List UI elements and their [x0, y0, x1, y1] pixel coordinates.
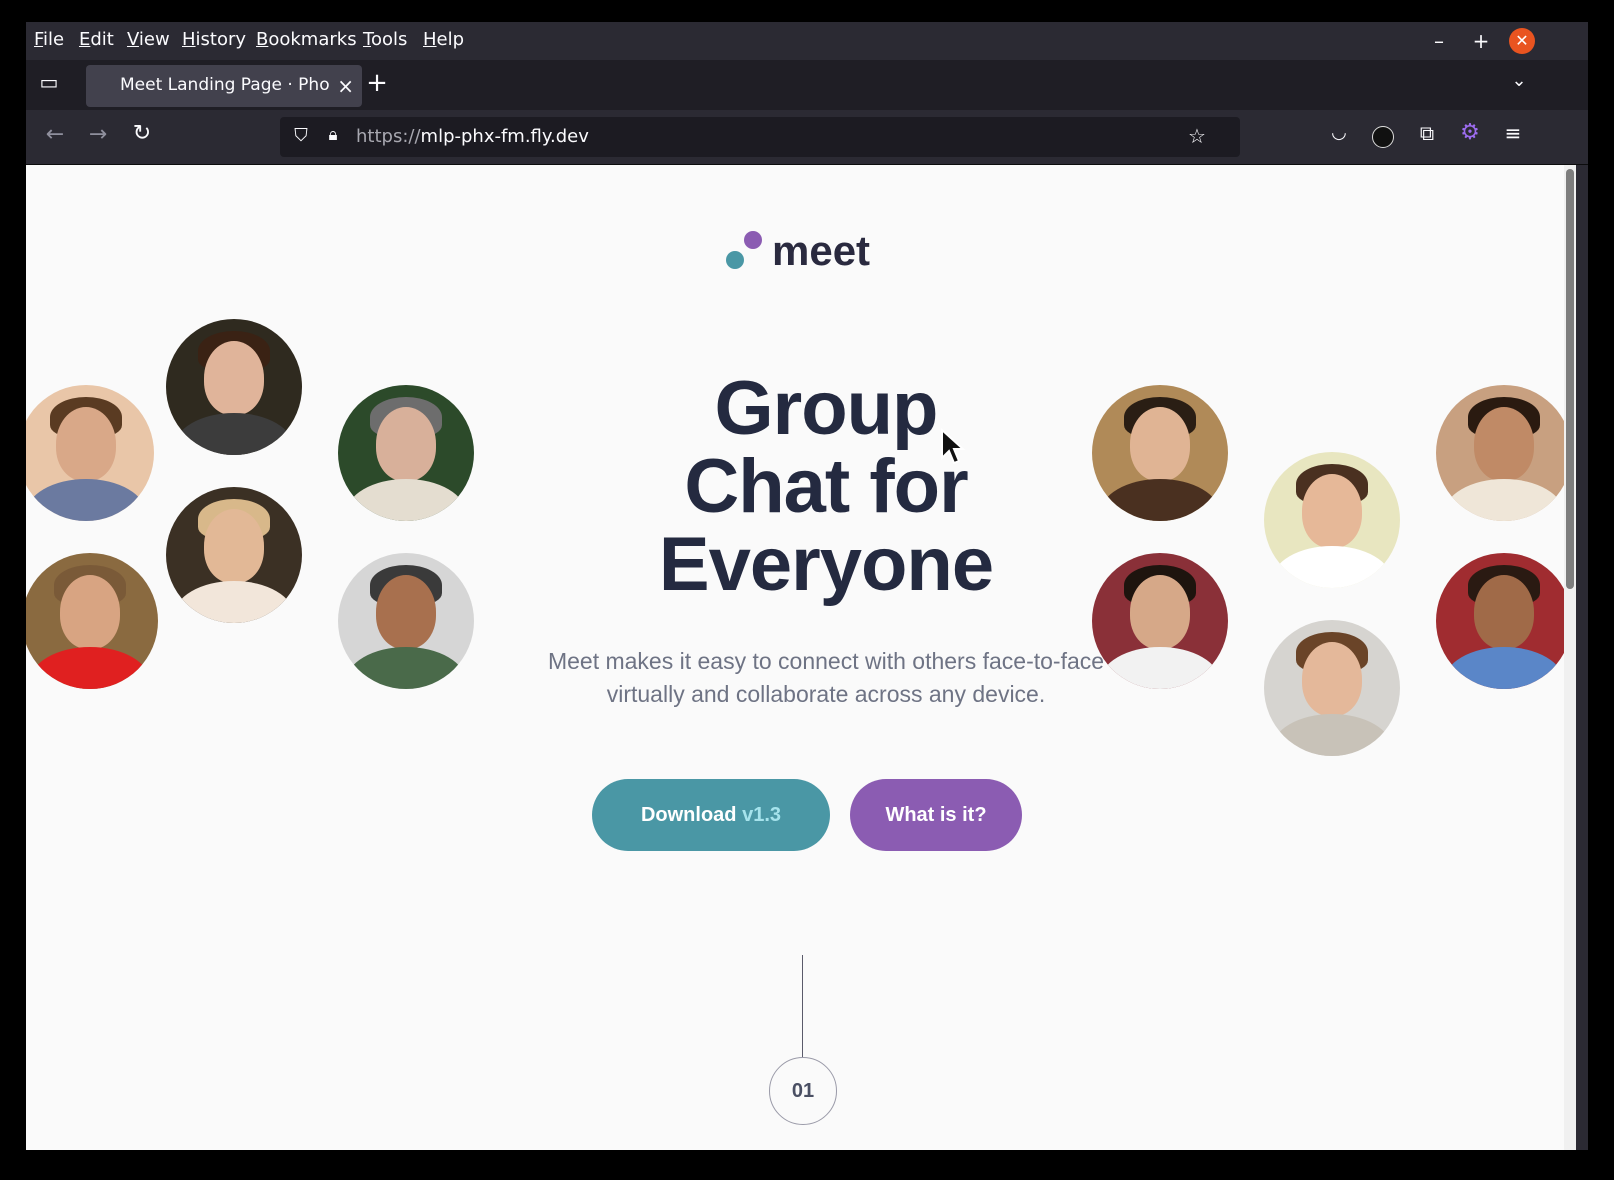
headline-line: Group	[714, 366, 939, 451]
step-number: 01	[769, 1057, 837, 1125]
avatar-photo	[338, 553, 474, 689]
menu-bar: File Edit View History Bookmarks Tools H…	[26, 22, 1588, 60]
avatar-photo	[166, 319, 302, 455]
tab-close-icon[interactable]: ×	[337, 74, 354, 98]
menu-icon[interactable]: ≡	[1498, 121, 1528, 145]
shield-icon[interactable]: ⛉	[286, 125, 316, 146]
browser-window: File Edit View History Bookmarks Tools H…	[26, 22, 1588, 1150]
menu-view[interactable]: View	[127, 29, 170, 50]
headline-line: Everyone	[658, 522, 994, 607]
logo-text: meet	[772, 227, 871, 274]
extensions-icon[interactable]: ⧉	[1412, 121, 1442, 145]
menu-edit[interactable]: Edit	[79, 29, 114, 50]
menu-tools[interactable]: Tools	[363, 29, 407, 50]
tab-bar: ▭ Meet Landing Page · Phoenix Framework …	[26, 60, 1588, 110]
menu-file[interactable]: File	[34, 29, 64, 50]
menu-help[interactable]: Help	[423, 29, 464, 50]
maximize-icon[interactable]: +	[1468, 28, 1494, 54]
tab-overview-icon[interactable]: ▭	[34, 70, 64, 94]
what-is-it-button[interactable]: What is it?	[850, 779, 1022, 851]
page-content: meet Group Chat for Everyone Meet makes …	[26, 165, 1576, 1150]
scrollbar-thumb[interactable]	[1566, 169, 1574, 589]
addon-icon[interactable]: ⚙	[1455, 120, 1485, 145]
forward-icon[interactable]: →	[83, 122, 113, 147]
star-icon[interactable]: ☆	[1182, 124, 1212, 148]
avatar-photo	[166, 487, 302, 623]
hero-description: Meet makes it easy to connect with other…	[547, 648, 1105, 707]
download-button[interactable]: Download v1.3	[592, 779, 830, 851]
url-bar[interactable]: ⛉ 🔒︎ https://mlp-phx-fm.fly.dev ☆	[280, 117, 1240, 157]
close-window-icon[interactable]: ✕	[1509, 28, 1535, 54]
download-label: Download	[640, 804, 737, 826]
logo-dot-purple	[744, 231, 762, 249]
url-text[interactable]: https://mlp-phx-fm.fly.dev	[356, 126, 589, 147]
list-tabs-icon[interactable]: ⌄	[1504, 70, 1534, 91]
avatar-photo	[1436, 553, 1572, 689]
new-tab-icon[interactable]: +	[362, 68, 392, 98]
avatar-photo	[1436, 385, 1572, 521]
avatar-photo	[26, 385, 154, 521]
menu-history[interactable]: History	[182, 29, 246, 50]
menu-bookmarks[interactable]: Bookmarks	[256, 29, 357, 50]
pocket-icon[interactable]: ◡	[1324, 122, 1354, 143]
timeline-line	[802, 955, 803, 1057]
avatar-photo	[1092, 553, 1228, 689]
avatar-photo	[338, 385, 474, 521]
tab-active[interactable]: Meet Landing Page · Phoenix Framework ×	[86, 65, 362, 107]
avatar-photo	[1264, 620, 1400, 756]
logo-dot-teal	[726, 251, 744, 269]
reload-icon[interactable]: ↻	[127, 121, 157, 146]
minimize-icon[interactable]: –	[1426, 28, 1452, 54]
mouse-cursor-icon	[941, 428, 966, 465]
scrollbar[interactable]	[1564, 165, 1576, 1150]
navigation-bar: ← → ↻ ⛉ 🔒︎ https://mlp-phx-fm.fly.dev ☆ …	[26, 110, 1588, 165]
hero-headline: Group Chat for Everyone	[541, 370, 1111, 604]
avatar-photo	[1264, 452, 1400, 588]
avatar-photo	[26, 553, 158, 689]
download-version: v1.3	[742, 804, 782, 826]
lock-icon[interactable]: 🔒︎	[318, 125, 348, 145]
tab-title: Meet Landing Page · Phoenix Framework	[120, 75, 330, 95]
account-icon[interactable]	[1372, 126, 1394, 148]
back-icon[interactable]: ←	[40, 122, 70, 147]
avatar-photo	[1092, 385, 1228, 521]
headline-line: Chat for	[684, 444, 968, 529]
